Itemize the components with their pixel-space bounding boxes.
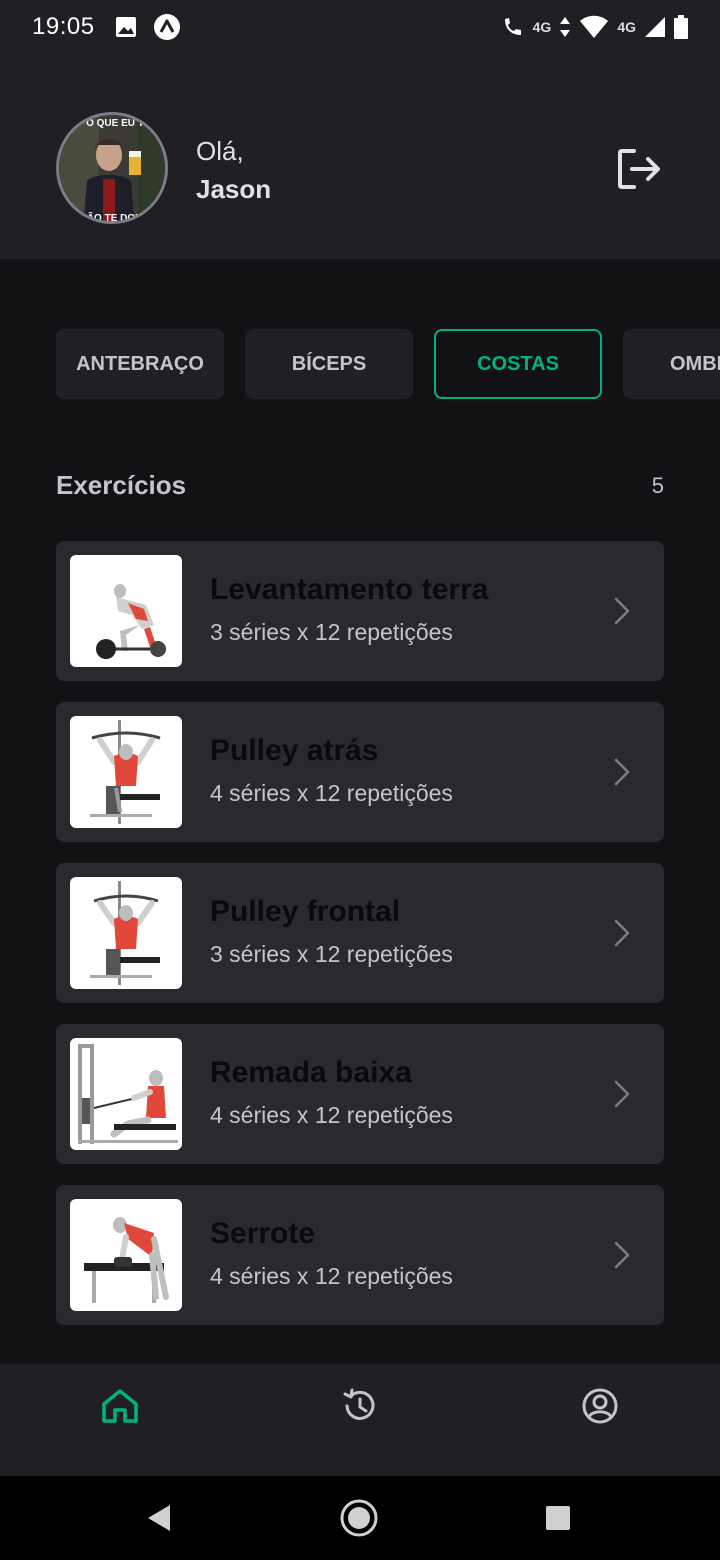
- exercise-list-title: Exercícios: [56, 470, 187, 500]
- status-left-icons: [115, 13, 181, 41]
- avatar[interactable]: O QUE EU T NÃO TE DOU: [56, 112, 168, 224]
- exercise-thumbnail: [70, 716, 182, 828]
- exercise-card[interactable]: Levantamento terra 3 séries x 12 repetiç…: [56, 541, 664, 681]
- battery-icon: [674, 15, 688, 39]
- avatar-caption-bottom: NÃO TE DOU: [80, 211, 143, 224]
- exercise-name: Serrote: [210, 1217, 316, 1250]
- exercise-sets-reps: 3 séries x 12 repetições: [210, 619, 453, 645]
- exercise-card[interactable]: Pulley atrás 4 séries x 12 repetições: [56, 702, 664, 842]
- volte-call-icon: [504, 18, 521, 35]
- signal-icon: [645, 17, 665, 37]
- exercise-sets-reps: 4 séries x 12 repetições: [210, 1102, 453, 1128]
- status-right-icons: 4G 4G: [501, 15, 688, 39]
- group-chip-antebraco[interactable]: ANTEBRAÇO: [56, 329, 224, 399]
- exercise-name: Remada baixa: [210, 1056, 412, 1089]
- exercise-thumbnail: [70, 1199, 182, 1311]
- avatar-image: O QUE EU T NÃO TE DOU: [59, 115, 165, 224]
- exercise-list-header: Exercícios 5: [56, 470, 664, 501]
- exercise-name: Pulley frontal: [210, 895, 401, 928]
- home-circle-icon[interactable]: [339, 1498, 379, 1538]
- exercise-sets-reps: 4 séries x 12 repetições: [210, 780, 453, 806]
- volte-label: 4G: [532, 19, 552, 35]
- status-bar: 19:05 4G 4G: [0, 0, 720, 54]
- exercise-card[interactable]: Remada baixa 4 séries x 12 repetições: [56, 1024, 664, 1164]
- chevron-right-icon: [614, 758, 630, 786]
- back-icon[interactable]: [144, 1503, 174, 1533]
- recents-icon[interactable]: [545, 1505, 571, 1531]
- status-time: 19:05: [32, 13, 95, 40]
- gallery-icon: [115, 17, 136, 37]
- logout-icon[interactable]: [616, 147, 664, 191]
- wifi-icon: [580, 15, 609, 38]
- system-navigation-bar: [0, 1476, 720, 1560]
- history-icon[interactable]: [340, 1386, 380, 1426]
- exercise-thumbnail: [70, 1038, 182, 1150]
- exercise-name: Levantamento terra: [210, 573, 489, 606]
- group-chip-ombro[interactable]: OMBRO: [623, 329, 720, 399]
- greeting: Olá,: [196, 136, 244, 166]
- user-name: Jason: [196, 174, 272, 204]
- group-chip-biceps[interactable]: BÍCEPS: [245, 329, 413, 399]
- exercise-sets-reps: 4 séries x 12 repetições: [210, 1263, 453, 1289]
- exercise-sets-reps: 3 séries x 12 repetições: [210, 941, 453, 967]
- chevron-right-icon: [614, 597, 630, 625]
- profile-icon[interactable]: [580, 1386, 620, 1426]
- app-notification-icon: [153, 14, 180, 40]
- network-type: 4G: [617, 19, 636, 35]
- chevron-right-icon: [614, 919, 630, 947]
- bottom-tab-bar: [0, 1364, 720, 1476]
- chevron-right-icon: [614, 1080, 630, 1108]
- group-chip-costas[interactable]: COSTAS: [434, 329, 602, 399]
- exercise-count: 5: [651, 472, 664, 498]
- exercise-card[interactable]: Pulley frontal 3 séries x 12 repetições: [56, 863, 664, 1003]
- exercise-thumbnail: [70, 877, 182, 989]
- data-arrows-icon: [560, 17, 571, 37]
- exercise-card[interactable]: Serrote 4 séries x 12 repetições: [56, 1185, 664, 1325]
- home-header: O QUE EU T NÃO TE DOU Olá, Jason: [0, 54, 720, 259]
- chevron-right-icon: [614, 1241, 630, 1269]
- exercise-name: Pulley atrás: [210, 734, 379, 767]
- muscle-group-list: ANTEBRAÇO BÍCEPS COSTAS OMBRO: [0, 329, 720, 399]
- home-icon[interactable]: [100, 1386, 140, 1426]
- avatar-caption-top: O QUE EU T: [86, 118, 144, 129]
- exercise-thumbnail: [70, 555, 182, 667]
